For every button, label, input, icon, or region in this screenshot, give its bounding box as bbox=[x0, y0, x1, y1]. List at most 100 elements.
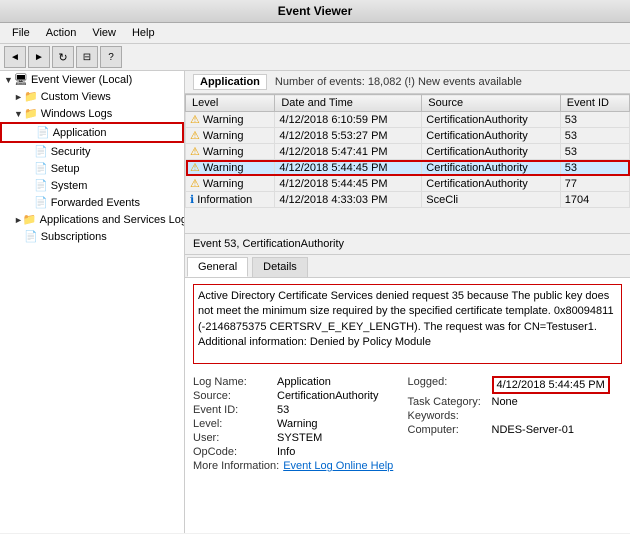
tab-general[interactable]: General bbox=[187, 257, 248, 277]
title-text: Event Viewer bbox=[278, 4, 352, 18]
doc-icon: 📄 bbox=[34, 162, 48, 175]
task-cat-value: None bbox=[492, 396, 518, 408]
event-id-label: Event ID: bbox=[193, 404, 273, 416]
expand-icon: ► bbox=[14, 92, 24, 102]
sidebar-item-security[interactable]: 📄 Security bbox=[0, 143, 184, 160]
sidebar-item-system[interactable]: 📄 System bbox=[0, 177, 184, 194]
sidebar: ▼ 🖥 Event Viewer (Local) ► 📁 Custom View… bbox=[0, 71, 185, 533]
sidebar-label: Custom Views bbox=[41, 91, 111, 103]
logged-value: 4/12/2018 5:44:45 PM bbox=[492, 376, 610, 394]
user-label: User: bbox=[193, 432, 273, 444]
opcode-value: Info bbox=[277, 446, 295, 458]
cell-source: CertificationAuthority bbox=[422, 112, 561, 128]
sidebar-label: Security bbox=[51, 146, 91, 158]
cell-datetime: 4/12/2018 4:33:03 PM bbox=[275, 192, 422, 208]
field-source: Source: CertificationAuthority bbox=[193, 390, 408, 402]
cell-level: ℹ Information bbox=[186, 192, 275, 208]
source-label: Source: bbox=[193, 390, 273, 402]
field-computer: Computer: NDES-Server-01 bbox=[408, 424, 623, 436]
sidebar-item-application[interactable]: 📄 Application bbox=[0, 122, 184, 143]
sidebar-label: Applications and Services Logs bbox=[40, 214, 185, 226]
main-layout: ▼ 🖥 Event Viewer (Local) ► 📁 Custom View… bbox=[0, 71, 630, 533]
cell-eventid: 53 bbox=[560, 160, 629, 176]
cell-datetime: 4/12/2018 6:10:59 PM bbox=[275, 112, 422, 128]
table-row[interactable]: ⚠ Warning4/12/2018 5:53:27 PMCertificati… bbox=[186, 128, 630, 144]
event-tabs: General Details bbox=[185, 255, 630, 278]
table-row[interactable]: ⚠ Warning4/12/2018 5:44:45 PMCertificati… bbox=[186, 176, 630, 192]
toolbar-back[interactable]: ◄ bbox=[4, 46, 26, 68]
cell-datetime: 4/12/2018 5:44:45 PM bbox=[275, 160, 422, 176]
event-detail-title: Event 53, CertificationAuthority bbox=[185, 234, 630, 255]
sidebar-item-forwarded-events[interactable]: 📄 Forwarded Events bbox=[0, 194, 184, 211]
expand-icon: ► bbox=[14, 215, 23, 225]
tab-details[interactable]: Details bbox=[252, 257, 308, 277]
field-keywords: Keywords: bbox=[408, 410, 623, 422]
doc-icon: 📄 bbox=[36, 126, 50, 139]
cell-source: SceCli bbox=[422, 192, 561, 208]
more-info-link[interactable]: Event Log Online Help bbox=[283, 460, 393, 472]
cell-level: ⚠ Warning bbox=[186, 144, 275, 160]
sidebar-item-setup[interactable]: 📄 Setup bbox=[0, 160, 184, 177]
content-header-info: Number of events: 18,082 (!) New events … bbox=[275, 76, 522, 88]
toolbar-forward[interactable]: ► bbox=[28, 46, 50, 68]
col-eventid[interactable]: Event ID bbox=[560, 95, 629, 112]
menu-file[interactable]: File bbox=[4, 25, 38, 41]
sidebar-label: Windows Logs bbox=[41, 108, 113, 120]
table-row[interactable]: ⚠ Warning4/12/2018 5:44:45 PMCertificati… bbox=[186, 160, 630, 176]
col-source[interactable]: Source bbox=[422, 95, 561, 112]
computer-label: Computer: bbox=[408, 424, 488, 436]
toolbar-help[interactable]: ? bbox=[100, 46, 122, 68]
events-table: Level Date and Time Source Event ID ⚠ Wa… bbox=[185, 94, 630, 208]
keywords-label: Keywords: bbox=[408, 410, 488, 422]
cell-eventid: 53 bbox=[560, 144, 629, 160]
menu-bar: File Action View Help bbox=[0, 23, 630, 44]
cell-eventid: 77 bbox=[560, 176, 629, 192]
sidebar-item-custom-views[interactable]: ► 📁 Custom Views bbox=[0, 88, 184, 105]
field-level: Level: Warning bbox=[193, 418, 408, 430]
cell-eventid: 53 bbox=[560, 128, 629, 144]
menu-action[interactable]: Action bbox=[38, 25, 85, 41]
cell-source: CertificationAuthority bbox=[422, 160, 561, 176]
col-datetime[interactable]: Date and Time bbox=[275, 95, 422, 112]
sidebar-item-windows-logs[interactable]: ▼ 📁 Windows Logs bbox=[0, 105, 184, 122]
menu-view[interactable]: View bbox=[84, 25, 124, 41]
table-row[interactable]: ⚠ Warning4/12/2018 6:10:59 PMCertificati… bbox=[186, 112, 630, 128]
level-value: Warning bbox=[277, 418, 318, 430]
doc-icon: 📄 bbox=[34, 145, 48, 158]
field-user: User: SYSTEM bbox=[193, 432, 408, 444]
cell-source: CertificationAuthority bbox=[422, 144, 561, 160]
event-fields: Log Name: Application Source: Certificat… bbox=[185, 370, 630, 478]
event-message-box[interactable]: Active Directory Certificate Services de… bbox=[193, 284, 622, 364]
table-row[interactable]: ℹ Information4/12/2018 4:33:03 PMSceCli1… bbox=[186, 192, 630, 208]
expand-icon: ▼ bbox=[14, 109, 24, 119]
col-level[interactable]: Level bbox=[186, 95, 275, 112]
cell-eventid: 1704 bbox=[560, 192, 629, 208]
folder-icon: 📁 bbox=[23, 213, 37, 226]
sidebar-label: Application bbox=[53, 127, 107, 139]
cell-level: ⚠ Warning bbox=[186, 176, 275, 192]
log-name-value: Application bbox=[277, 376, 331, 388]
expand-icon: ▼ bbox=[4, 75, 14, 85]
title-bar: Event Viewer bbox=[0, 0, 630, 23]
level-label: Level: bbox=[193, 418, 273, 430]
sidebar-item-apps-services[interactable]: ► 📁 Applications and Services Logs bbox=[0, 211, 184, 228]
fields-left: Log Name: Application Source: Certificat… bbox=[193, 374, 408, 474]
field-more-info: More Information: Event Log Online Help bbox=[193, 460, 408, 472]
content-area: Application Number of events: 18,082 (!)… bbox=[185, 71, 630, 533]
sidebar-item-subscriptions[interactable]: 📄 Subscriptions bbox=[0, 228, 184, 245]
cell-datetime: 4/12/2018 5:44:45 PM bbox=[275, 176, 422, 192]
fields-right: Logged: 4/12/2018 5:44:45 PM Task Catego… bbox=[408, 374, 623, 474]
content-tab-application[interactable]: Application bbox=[193, 74, 267, 90]
cell-datetime: 4/12/2018 5:53:27 PM bbox=[275, 128, 422, 144]
sidebar-label: Setup bbox=[51, 163, 80, 175]
task-cat-label: Task Category: bbox=[408, 396, 488, 408]
doc-icon: 📄 bbox=[24, 230, 38, 243]
toolbar-refresh[interactable]: ↻ bbox=[52, 46, 74, 68]
sidebar-item-event-viewer-local[interactable]: ▼ 🖥 Event Viewer (Local) bbox=[0, 71, 184, 88]
menu-help[interactable]: Help bbox=[124, 25, 163, 41]
toolbar-collapse[interactable]: ⊟ bbox=[76, 46, 98, 68]
table-row[interactable]: ⚠ Warning4/12/2018 5:47:41 PMCertificati… bbox=[186, 144, 630, 160]
field-log-name: Log Name: Application bbox=[193, 376, 408, 388]
doc-icon: 📄 bbox=[34, 179, 48, 192]
folder-icon: 📁 bbox=[24, 107, 38, 120]
